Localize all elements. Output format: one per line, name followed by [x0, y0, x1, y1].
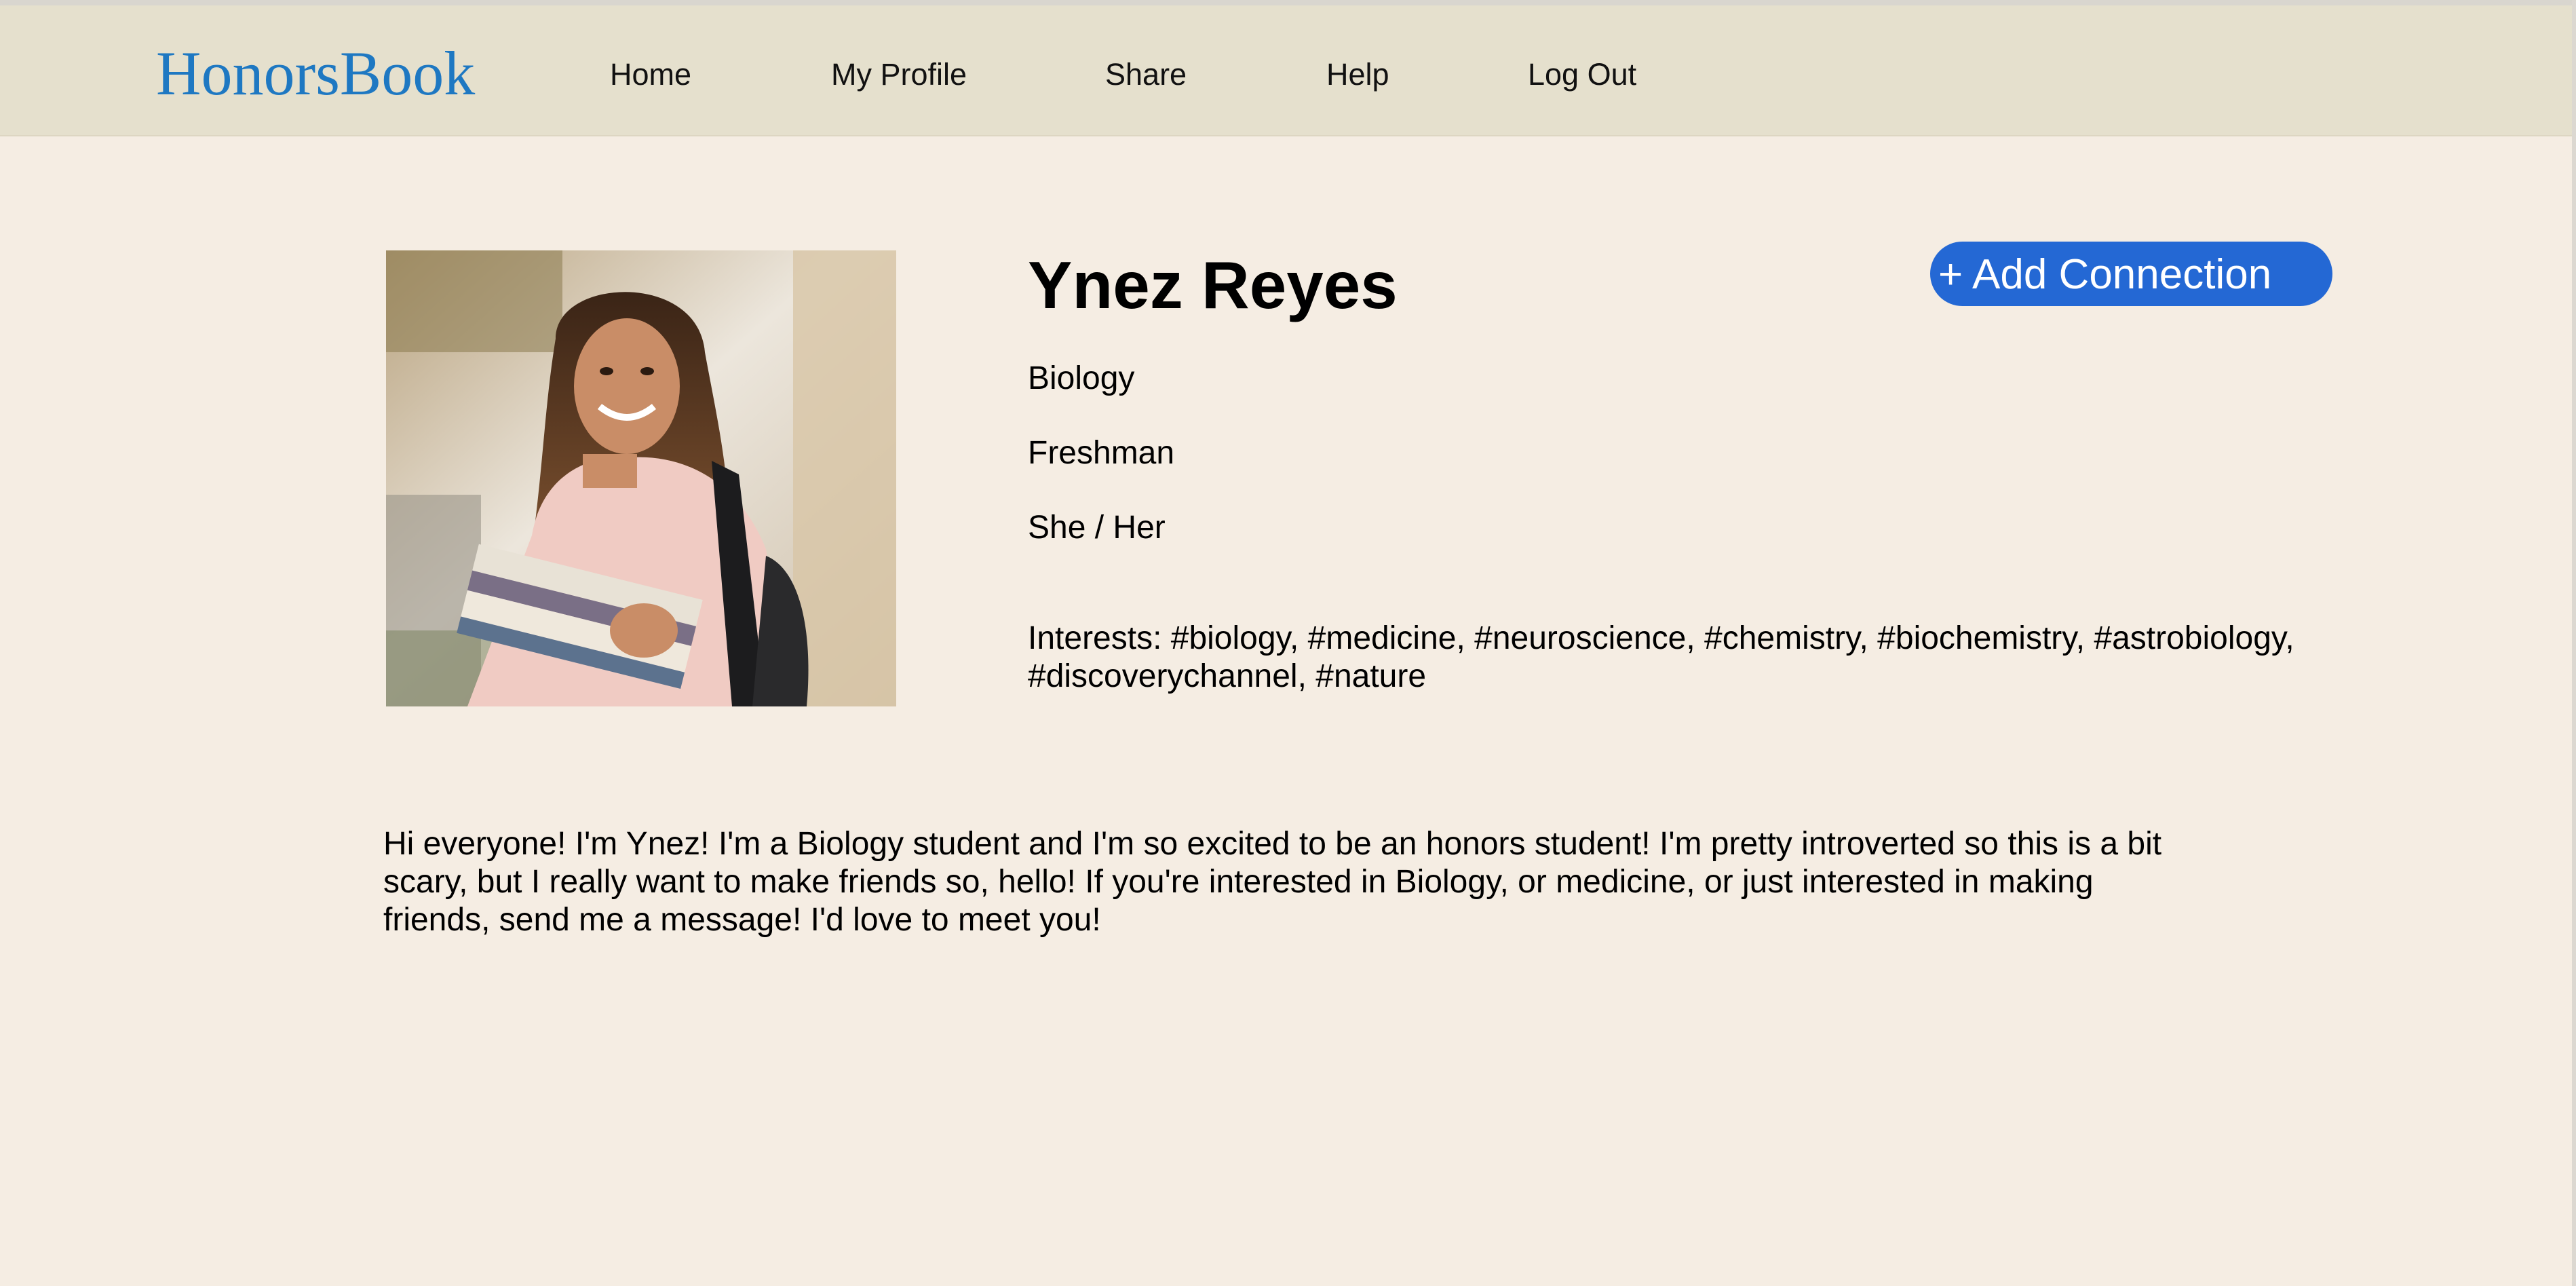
profile-major: Biology [1028, 360, 1135, 396]
nav-my-profile-link[interactable]: My Profile [831, 56, 967, 94]
brand-logo[interactable]: HonorsBook [156, 39, 475, 107]
profile-photo [386, 250, 896, 706]
profile-name: Ynez Reyes [1028, 248, 1398, 322]
profile-pronouns: She / Her [1028, 510, 1166, 546]
add-connection-button[interactable]: + Add Connection [1930, 242, 2332, 306]
nav-help-link[interactable]: Help [1326, 56, 1389, 94]
page-right-border [2572, 0, 2576, 1286]
navbar: HonorsBook Home My Profile Share Help Lo… [0, 5, 2572, 136]
profile-class-year: Freshman [1028, 435, 1175, 471]
profile-bio: Hi everyone! I'm Ynez! I'm a Biology stu… [383, 826, 2162, 938]
nav-log-out-link[interactable]: Log Out [1528, 56, 1636, 94]
nav-share-link[interactable]: Share [1105, 56, 1187, 94]
profile-interests: Interests: #biology, #medicine, #neurosc… [1028, 620, 2294, 694]
nav-home-link[interactable]: Home [610, 56, 691, 94]
page-top-border [0, 0, 2576, 5]
